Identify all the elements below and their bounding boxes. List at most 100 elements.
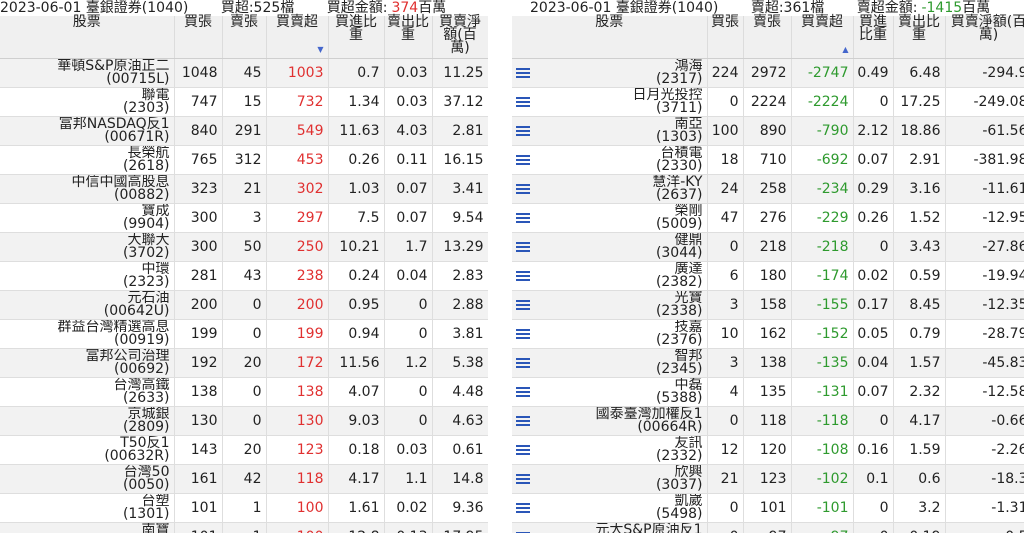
list-menu-icon[interactable]	[516, 329, 530, 340]
stock-cell[interactable]: 欣興 (3037)	[512, 464, 708, 494]
stock-cell[interactable]: 長榮航 (2618)	[0, 145, 175, 175]
table-row[interactable]: 中環 (2323) 281 43 238 0.24 0.04 2.83	[0, 261, 488, 291]
table-row[interactable]: 南亞 (1303) 100 890 -790 2.12 18.86 -61.56	[512, 116, 1024, 146]
list-menu-icon[interactable]	[516, 503, 530, 514]
table-row[interactable]: 技嘉 (2376) 10 162 -152 0.05 0.79 -28.79	[512, 319, 1024, 349]
table-row[interactable]: 富邦公司治理 (00692) 192 20 172 11.56 1.2 5.38	[0, 348, 488, 378]
list-menu-icon[interactable]	[516, 300, 530, 311]
table-row[interactable]: 華頓S&P原油正二 (00715L) 1048 45 1003 0.7 0.03 11.25	[0, 58, 488, 88]
list-menu-icon[interactable]	[516, 97, 530, 108]
stock-cell[interactable]: 聯電 (2303)	[0, 87, 175, 117]
table-row[interactable]: 中信中國高股息 (00882) 323 21 302 1.03 0.07 3.41	[0, 174, 488, 204]
list-menu-icon[interactable]	[516, 68, 530, 79]
stock-cell[interactable]: 寶成 (9904)	[0, 203, 175, 233]
col-amount[interactable]: 買賣淨額(百萬)	[945, 15, 1024, 59]
stock-cell[interactable]: 鴻海 (2317)	[512, 58, 708, 88]
table-row[interactable]: 南寶(4766)101110012.80.1317.95	[0, 522, 488, 533]
stock-cell[interactable]: 南亞 (1303)	[512, 116, 708, 146]
stock-cell[interactable]: 技嘉 (2376)	[512, 319, 708, 349]
stock-cell[interactable]: 台灣50 (0050)	[0, 464, 175, 494]
col-net[interactable]: 買賣超 ▼	[266, 15, 329, 59]
stock-cell[interactable]: 富邦NASDAQ反1 (00671R)	[0, 116, 175, 146]
list-menu-icon[interactable]	[516, 416, 530, 427]
list-menu-icon[interactable]	[516, 474, 530, 485]
table-row[interactable]: 友訊 (2332) 12 120 -108 0.16 1.59 -2.26	[512, 435, 1024, 465]
table-row[interactable]: 長榮航 (2618) 765 312 453 0.26 0.11 16.15	[0, 145, 488, 175]
table-row[interactable]: 智邦 (2345) 3 138 -135 0.04 1.57 -45.83	[512, 348, 1024, 378]
list-menu-icon[interactable]	[516, 387, 530, 398]
table-row[interactable]: 台積電 (2330) 18 710 -692 0.07 2.91 -381.98	[512, 145, 1024, 175]
table-row[interactable]: 富邦NASDAQ反1 (00671R) 840 291 549 11.63 4.03 2.81	[0, 116, 488, 146]
table-row[interactable]: T50反1 (00632R) 143 20 123 0.18 0.03 0.61	[0, 435, 488, 465]
table-row[interactable]: 元大S&P原油反1(00673R)097-9700.19-0.5	[512, 522, 1024, 533]
stock-name[interactable]: 元大S&P原油反1	[516, 523, 702, 533]
table-row[interactable]: 健鼎 (3044) 0 218 -218 0 3.43 -27.86	[512, 232, 1024, 262]
stock-cell[interactable]: 健鼎 (3044)	[512, 232, 708, 262]
list-menu-icon[interactable]	[516, 126, 530, 137]
col-sell[interactable]: 賣張	[222, 15, 267, 59]
table-row[interactable]: 慧洋-KY (2637) 24 258 -234 0.29 3.16 -11.61	[512, 174, 1024, 204]
table-row[interactable]: 大聯大 (3702) 300 50 250 10.21 1.7 13.29	[0, 232, 488, 262]
col-stock[interactable]: 股票	[0, 15, 175, 59]
list-menu-icon[interactable]	[516, 358, 530, 369]
col-sell[interactable]: 賣張	[743, 15, 792, 59]
stock-cell[interactable]: 智邦 (2345)	[512, 348, 708, 378]
list-menu-icon[interactable]	[516, 445, 530, 456]
table-row[interactable]: 凱崴 (5498) 0 101 -101 0 3.2 -1.31	[512, 493, 1024, 523]
stock-name[interactable]: 南寶	[2, 523, 170, 533]
list-menu-icon[interactable]	[516, 213, 530, 224]
table-row[interactable]: 聯電 (2303) 747 15 732 1.34 0.03 37.12	[0, 87, 488, 117]
col-sell-pct[interactable]: 賣出比重	[893, 15, 946, 59]
table-row[interactable]: 中磊 (5388) 4 135 -131 0.07 2.32 -12.58	[512, 377, 1024, 407]
stock-cell[interactable]: 慧洋-KY (2637)	[512, 174, 708, 204]
table-row[interactable]: 鴻海 (2317) 224 2972 -2747 0.49 6.48 -294.9	[512, 58, 1024, 88]
stock-cell[interactable]: 台積電 (2330)	[512, 145, 708, 175]
table-row[interactable]: 京城銀 (2809) 130 0 130 9.03 0 4.63	[0, 406, 488, 436]
stock-cell[interactable]: 榮剛 (5009)	[512, 203, 708, 233]
col-stock[interactable]: 股票	[512, 15, 708, 59]
stock-cell[interactable]: 群益台灣精選高息 (00919)	[0, 319, 175, 349]
stock-cell[interactable]: 國泰臺灣加權反1 (00664R)	[512, 406, 708, 436]
stock-cell[interactable]: 中磊 (5388)	[512, 377, 708, 407]
table-row[interactable]: 台灣50 (0050) 161 42 118 4.17 1.1 14.8	[0, 464, 488, 494]
col-amount[interactable]: 買賣淨額(百萬)	[432, 15, 488, 59]
table-row[interactable]: 台塑 (1301) 101 1 100 1.61 0.02 9.36	[0, 493, 488, 523]
list-menu-icon[interactable]	[516, 184, 530, 195]
table-row[interactable]: 群益台灣精選高息 (00919) 199 0 199 0.94 0 3.81	[0, 319, 488, 349]
stock-cell[interactable]: 台灣高鐵 (2633)	[0, 377, 175, 407]
table-row[interactable]: 台灣高鐵 (2633) 138 0 138 4.07 0 4.48	[0, 377, 488, 407]
stock-cell[interactable]: 台塑 (1301)	[0, 493, 175, 523]
stock-cell[interactable]: 友訊 (2332)	[512, 435, 708, 465]
stock-cell[interactable]: 大聯大 (3702)	[0, 232, 175, 262]
list-menu-icon[interactable]	[516, 155, 530, 166]
col-sell-pct[interactable]: 賣出比重	[384, 15, 433, 59]
stock-cell[interactable]: 元大S&P原油反1(00673R)	[512, 522, 708, 533]
stock-cell[interactable]: 廣達 (2382)	[512, 261, 708, 291]
table-row[interactable]: 欣興 (3037) 21 123 -102 0.1 0.6 -18.3	[512, 464, 1024, 494]
stock-cell[interactable]: 光寶 (2338)	[512, 290, 708, 320]
stock-cell[interactable]: 京城銀 (2809)	[0, 406, 175, 436]
table-row[interactable]: 日月光投控 (3711) 0 2224 -2224 0 17.25 -249.08	[512, 87, 1024, 117]
table-row[interactable]: 寶成 (9904) 300 3 297 7.5 0.07 9.54	[0, 203, 488, 233]
col-buy-pct[interactable]: 買進比重	[328, 15, 385, 59]
col-net[interactable]: 買賣超 ▲	[791, 15, 854, 59]
stock-cell[interactable]: 中信中國高股息 (00882)	[0, 174, 175, 204]
stock-cell[interactable]: 日月光投控 (3711)	[512, 87, 708, 117]
table-row[interactable]: 光寶 (2338) 3 158 -155 0.17 8.45 -12.35	[512, 290, 1024, 320]
table-row[interactable]: 榮剛 (5009) 47 276 -229 0.26 1.52 -12.95	[512, 203, 1024, 233]
table-row[interactable]: 元石油 (00642U) 200 0 200 0.95 0 2.88	[0, 290, 488, 320]
col-buy[interactable]: 買張	[174, 15, 223, 59]
list-menu-icon[interactable]	[516, 242, 530, 253]
stock-cell[interactable]: 華頓S&P原油正二 (00715L)	[0, 58, 175, 88]
stock-cell[interactable]: 富邦公司治理 (00692)	[0, 348, 175, 378]
stock-cell[interactable]: 中環 (2323)	[0, 261, 175, 291]
stock-cell[interactable]: 元石油 (00642U)	[0, 290, 175, 320]
stock-cell[interactable]: 南寶(4766)	[0, 522, 175, 533]
table-row[interactable]: 廣達 (2382) 6 180 -174 0.02 0.59 -19.94	[512, 261, 1024, 291]
list-menu-icon[interactable]	[516, 271, 530, 282]
col-buy-pct[interactable]: 買進比重	[853, 15, 894, 59]
stock-cell[interactable]: T50反1 (00632R)	[0, 435, 175, 465]
col-buy[interactable]: 買張	[707, 15, 744, 59]
stock-cell[interactable]: 凱崴 (5498)	[512, 493, 708, 523]
table-row[interactable]: 國泰臺灣加權反1 (00664R) 0 118 -118 0 4.17 -0.66	[512, 406, 1024, 436]
